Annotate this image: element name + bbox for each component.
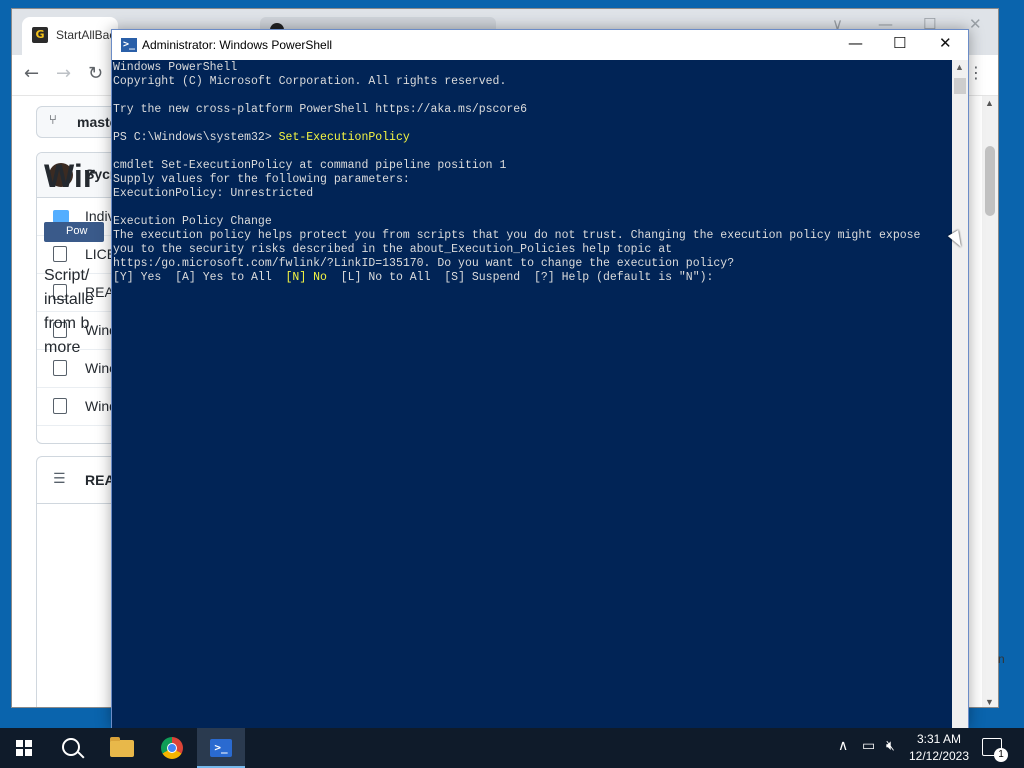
start-button[interactable] [0, 728, 48, 768]
notification-badge: 1 [994, 748, 1008, 762]
choice-default: [N] No [285, 271, 327, 284]
console-line: ExecutionPolicy: Unrestricted [113, 187, 314, 200]
choice-options: [Y] Yes [A] Yes to All [113, 271, 286, 284]
page-edge-text: n [998, 652, 1005, 666]
console-line: https:/go.microsoft.com/fwlink/?LinkID=1… [113, 257, 735, 270]
list-icon[interactable]: ☰ [53, 471, 66, 487]
console-line: Execution Policy Change [113, 215, 272, 228]
search-icon [62, 738, 80, 756]
scroll-down-icon[interactable]: ▼ [985, 697, 994, 707]
powershell-taskbar-button[interactable]: >_ [197, 728, 245, 768]
clock-date: 12/12/2023 [908, 749, 970, 763]
powershell-icon: >_ [121, 38, 137, 52]
readme-title: Wir [44, 158, 96, 194]
console-line: The execution policy helps protect you f… [113, 229, 921, 242]
file-icon [53, 398, 67, 414]
close-button[interactable]: ✕ [939, 34, 952, 52]
console-line: cmdlet Set-ExecutionPolicy at command pi… [113, 159, 507, 172]
console-line: Try the new cross-platform PowerShell ht… [113, 103, 528, 116]
console-line: Copyright (C) Microsoft Corporation. All… [113, 75, 507, 88]
volume-muted-icon[interactable]: 🔇︎ [886, 738, 895, 754]
windows-logo-icon [16, 740, 32, 756]
powershell-window: >_ Administrator: Windows PowerShell — ☐… [111, 29, 969, 728]
console-line: you to the security risks described in t… [113, 243, 672, 256]
search-button[interactable] [48, 728, 96, 768]
browser-scrollbar[interactable]: ▲ ▼ [982, 96, 998, 707]
taskbar: >_ ∧ ▭ 🔇︎ 3:31 AM 12/12/2023 1 [0, 728, 1024, 768]
badge-label: Pow [66, 225, 88, 237]
browser-tab[interactable]: G StartAllBack [22, 17, 121, 55]
console-command: Set-ExecutionPolicy [278, 131, 410, 144]
console-choice-line: [Y] Yes [A] Yes to All [N] No [L] No to … [113, 271, 713, 285]
window-title: Administrator: Windows PowerShell [142, 38, 333, 52]
powershell-badge[interactable]: Pow [44, 222, 104, 242]
chrome-icon [161, 737, 183, 759]
network-icon[interactable]: ▭ [862, 738, 875, 754]
scrollbar-thumb[interactable] [985, 146, 995, 216]
console-prompt-line: PS C:\Windows\system32> Set-ExecutionPol… [113, 131, 410, 145]
chrome-button[interactable] [148, 728, 196, 768]
clock-time: 3:31 AM [916, 732, 962, 746]
maximize-button[interactable]: ☐ [893, 34, 906, 52]
reload-icon[interactable]: ↻ [88, 63, 103, 84]
powershell-icon: >_ [210, 739, 232, 757]
console-line: Windows PowerShell [113, 61, 238, 74]
file-explorer-button[interactable] [98, 728, 146, 768]
console-scrollbar[interactable]: ▲ [952, 60, 968, 728]
minimize-button[interactable]: — [848, 34, 863, 52]
scrollbar-thumb[interactable] [954, 78, 966, 94]
git-branch-icon: ⑂ [49, 113, 57, 128]
console-output[interactable]: Windows PowerShell Copyright (C) Microso… [112, 60, 952, 728]
system-clock[interactable]: 3:31 AM 12/12/2023 [903, 731, 975, 765]
browser-close-button[interactable]: ✕ [969, 15, 982, 33]
browser-menu-icon[interactable]: ⋮ [968, 63, 984, 82]
chevron-up-icon[interactable]: ∧ [838, 738, 848, 754]
forward-arrow-icon[interactable]: → [56, 63, 71, 84]
scroll-up-icon[interactable]: ▲ [985, 98, 994, 108]
powershell-title-bar[interactable]: >_ Administrator: Windows PowerShell — ☐… [112, 30, 968, 60]
tab-favicon-icon: G [32, 27, 48, 43]
choice-options: [L] No to All [S] Suspend [?] Help (defa… [326, 271, 714, 284]
scroll-up-icon[interactable]: ▲ [955, 62, 964, 72]
console-line: Supply values for the following paramete… [113, 173, 410, 186]
file-icon [53, 246, 67, 262]
console-prompt: PS C:\Windows\system32> [113, 131, 279, 144]
back-arrow-icon[interactable]: ← [24, 63, 39, 84]
file-icon [53, 360, 67, 376]
folder-icon [110, 737, 134, 757]
